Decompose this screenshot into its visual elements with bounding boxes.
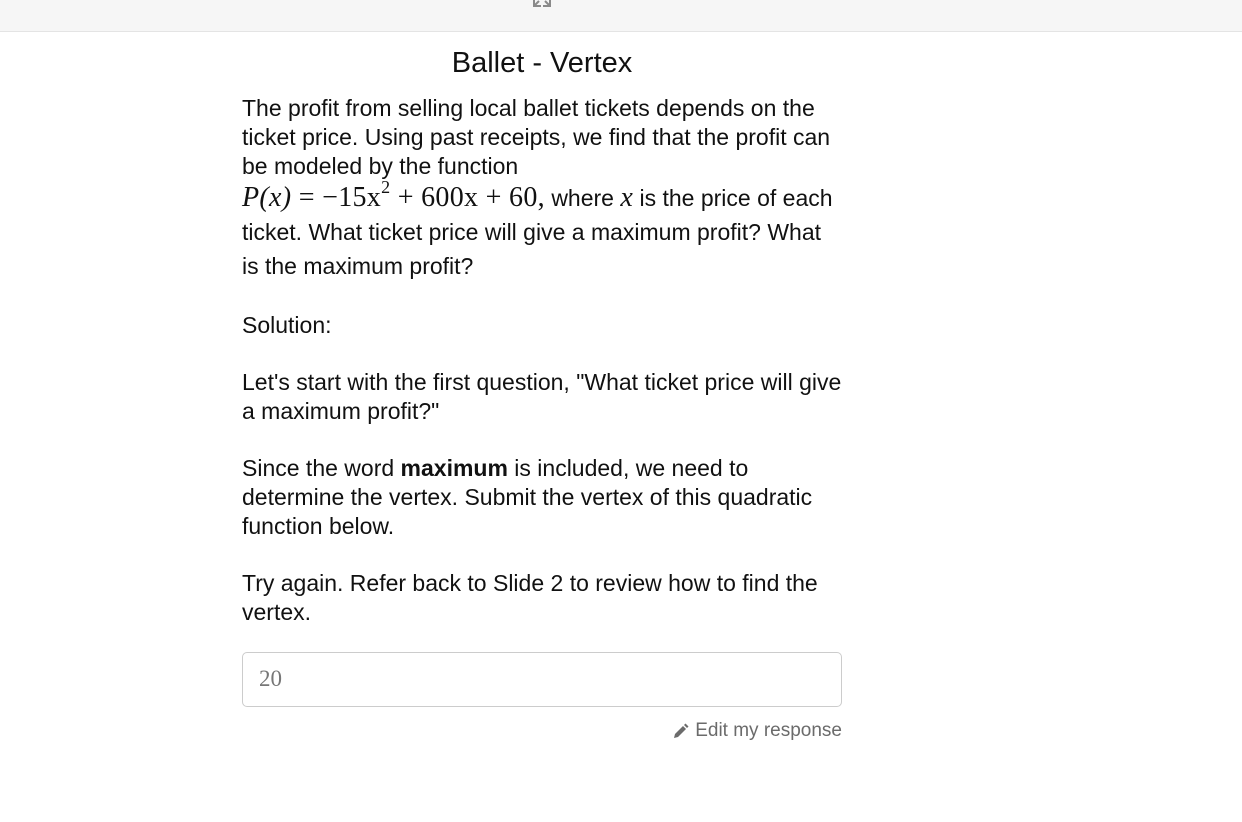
pencil-icon <box>672 723 689 740</box>
problem-intro: The profit from selling local ballet tic… <box>242 95 831 179</box>
edit-response-link[interactable]: Edit my response <box>672 720 842 742</box>
top-toolbar <box>0 0 1242 32</box>
problem-content: The profit from selling local ballet tic… <box>242 94 842 627</box>
solution-label: Solution: <box>242 312 332 338</box>
vertex-instruction: Since the word maximum is included, we n… <box>242 455 813 539</box>
expand-icon[interactable] <box>531 0 553 8</box>
edit-response-label: Edit my response <box>695 720 842 741</box>
page-title: Ballet - Vertex <box>451 47 633 79</box>
maximum-keyword: maximum <box>400 455 508 481</box>
first-question-text: Let's start with the first question, "Wh… <box>242 369 842 424</box>
answer-input[interactable]: 20 <box>242 652 842 707</box>
answer-value: 20 <box>259 666 282 691</box>
feedback-message: Try again. Refer back to Slide 2 to revi… <box>242 570 818 625</box>
variable-x: x <box>620 182 634 213</box>
profit-formula: P(x) = −15x2 + 600x + 60, <box>242 177 545 213</box>
problem-formula-line: P(x) = −15x2 + 600x + 60, where x is the… <box>242 177 833 279</box>
